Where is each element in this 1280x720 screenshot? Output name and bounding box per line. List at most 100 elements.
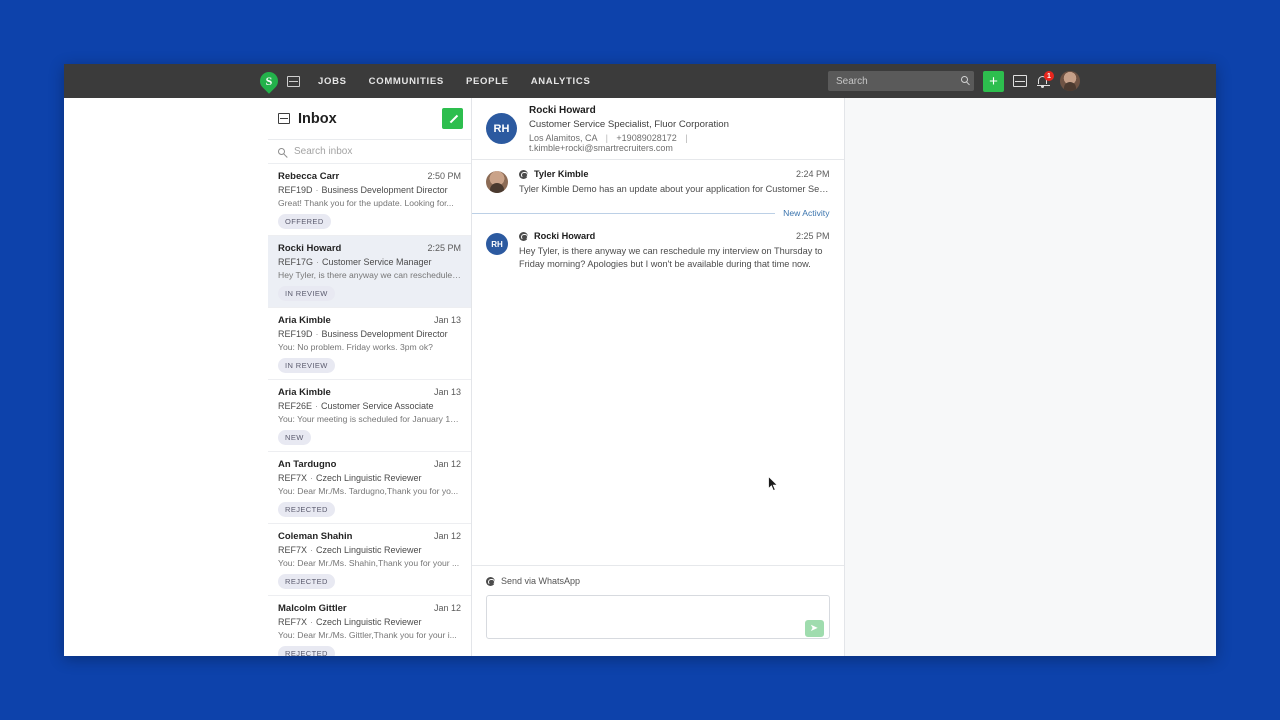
thread-top: Malcolm Gittler Jan 12 [278, 603, 461, 614]
thread-role: Customer Service Manager [322, 257, 432, 267]
contact-email[interactable]: t.kimble+rocki@smartrecruiters.com [529, 143, 673, 153]
status-badge: REJECTED [278, 574, 335, 589]
message-body: Rocki Howard 2:25 PM Hey Tyler, is there a… [519, 231, 830, 271]
logo-letter: S [265, 73, 273, 88]
thread-sender: Aria Kimble [278, 315, 331, 326]
thread-top: Aria Kimble Jan 13 [278, 315, 461, 326]
conversation-pane: RH Rocki Howard Customer Service Special… [472, 98, 845, 656]
list-item[interactable]: Aria Kimble Jan 13 REF19D · Business Develop… [268, 308, 471, 380]
thread-ref: REF7X [278, 617, 308, 627]
thread-snippet: You: Dear Mr./Ms. Tardugno,Thank you for… [278, 486, 459, 496]
thread-role: Business Development Director [321, 185, 448, 195]
thread-top: Rocki Howard 2:25 PM [278, 243, 461, 254]
thread-time: Jan 12 [433, 459, 461, 469]
thread-subtitle: REF19D · Business Development Director [278, 329, 461, 339]
thread-separator: · [315, 329, 319, 339]
compose-button[interactable] [442, 108, 463, 129]
smartrecruiters-logo-icon[interactable]: S [256, 68, 282, 94]
message-item: Tyler Kimble 2:24 PM Tyler Kimble Demo has… [472, 160, 844, 206]
inbox-search-input[interactable] [294, 146, 461, 157]
thread-snippet: You: Dear Mr./Ms. Shahin,Thank you for y… [278, 558, 460, 568]
nav-link-analytics[interactable]: ANALYTICS [531, 76, 591, 87]
thread-separator: · [316, 257, 320, 267]
message-time: 2:24 PM [795, 169, 830, 179]
thread-time: Jan 12 [433, 531, 461, 541]
thread-list[interactable]: Rebecca Carr 2:50 PM REF19D · Business Devel… [268, 164, 471, 656]
thread-subtitle: REF7X · Czech Linguistic Reviewer [278, 617, 461, 627]
global-search-input[interactable] [828, 71, 974, 91]
page-title: Inbox [298, 110, 337, 127]
nav-left-group: S JOBS COMMUNITIES PEOPLE ANALYTICS [64, 68, 612, 94]
list-item[interactable]: Coleman Shahin Jan 12 REF7X · Czech Linguist… [268, 524, 471, 596]
thread-separator: · [315, 185, 319, 195]
message-item: RH Rocki Howard 2:25 PM Hey Tyler, is there… [472, 222, 844, 281]
message-list: Tyler Kimble 2:24 PM Tyler Kimble Demo has… [472, 160, 844, 565]
thread-sender: Aria Kimble [278, 387, 331, 398]
message-avatar [486, 171, 508, 193]
list-item[interactable]: Malcolm Gittler Jan 12 REF7X · Czech Linguis… [268, 596, 471, 656]
send-button[interactable]: ➤ [804, 620, 824, 637]
thread-time: 2:50 PM [427, 171, 461, 181]
contact-meta: Los Alamitos, CA | +19089028172 | t.kimb… [529, 133, 830, 153]
message-header: Rocki Howard 2:25 PM [519, 231, 830, 241]
thread-snippet: You: No problem. Friday works. 3pm ok? [278, 342, 433, 352]
thread-role: Czech Linguistic Reviewer [316, 617, 422, 627]
thread-sender: An Tardugno [278, 459, 337, 470]
contact-location: Los Alamitos, CA [529, 132, 598, 143]
inbox-header: Inbox [268, 98, 471, 140]
whatsapp-icon [486, 576, 495, 586]
message-time: 2:25 PM [795, 231, 830, 242]
thread-role: Customer Service Associate [321, 401, 434, 411]
inbox-icon [278, 113, 290, 124]
thread-sender: Coleman Shahin [278, 531, 353, 542]
whatsapp-icon [519, 231, 528, 241]
divider-rule [472, 212, 776, 214]
thread-top: Aria Kimble Jan 13 [278, 387, 461, 398]
list-item[interactable]: Aria Kimble Jan 13 REF26E · Customer Service… [268, 380, 471, 452]
status-badge: IN REVIEW [278, 358, 335, 373]
nav-link-people[interactable]: PEOPLE [466, 76, 509, 87]
composer-channel-label: Send via WhatsApp [501, 576, 581, 586]
status-badge: IN REVIEW [278, 286, 335, 301]
bell-clapper-icon [1041, 86, 1044, 88]
inbox-tray-icon[interactable] [1013, 75, 1027, 87]
user-avatar[interactable] [1060, 71, 1080, 91]
notifications-bell-button[interactable]: 1 [1036, 71, 1054, 89]
contact-phone[interactable]: +19089028172 [616, 133, 676, 143]
thread-ref: REF19D [278, 185, 313, 195]
list-item[interactable]: An Tardugno Jan 12 REF7X · Czech Linguistic … [268, 452, 471, 524]
thread-time: Jan 13 [433, 315, 461, 325]
nav-link-jobs[interactable]: JOBS [318, 76, 347, 87]
status-badge: REJECTED [278, 646, 335, 656]
inbox-search-row [268, 140, 471, 164]
thread-sender: Malcolm Gittler [278, 603, 347, 614]
message-body: Tyler Kimble 2:24 PM Tyler Kimble Demo has… [519, 169, 830, 196]
thread-role: Business Development Director [321, 329, 448, 339]
list-item[interactable]: Rocki Howard 2:25 PM REF17G · Customer Servi… [268, 236, 471, 308]
thread-subtitle: REF7X · Czech Linguistic Reviewer [278, 473, 461, 483]
nav-inbox-icon[interactable] [287, 75, 300, 87]
nav-link-communities[interactable]: COMMUNITIES [369, 76, 444, 87]
thread-separator: · [310, 473, 314, 483]
composer-box: ➤ [486, 595, 830, 644]
thread-snippet: You: Dear Mr./Ms. Gittler,Thank you for … [278, 630, 457, 640]
thread-subtitle: REF26E · Customer Service Associate [278, 401, 461, 411]
list-item[interactable]: Rebecca Carr 2:50 PM REF19D · Business Devel… [268, 164, 471, 236]
thread-snippet: Hey Tyler, is there anyway we can resche… [278, 270, 461, 280]
thread-separator: · [310, 545, 314, 555]
create-button[interactable]: + [983, 70, 1004, 92]
thread-ref: REF26E [278, 401, 313, 411]
conversation-header: RH Rocki Howard Customer Service Special… [472, 98, 844, 160]
top-navigation-bar: S JOBS COMMUNITIES PEOPLE ANALYTICS + 1 [64, 64, 1216, 98]
thread-ref: REF7X [278, 545, 308, 555]
thread-sender: Rebecca Carr [278, 171, 340, 182]
global-search-wrapper [828, 71, 974, 91]
thread-ref: REF19D [278, 329, 313, 339]
message-text: Tyler Kimble Demo has an update about yo… [519, 184, 830, 194]
thread-separator: · [310, 617, 314, 627]
contact-name: Rocki Howard [529, 104, 596, 116]
status-badge: OFFERED [278, 214, 331, 229]
thread-subtitle: REF17G · Customer Service Manager [278, 257, 461, 267]
message-input[interactable] [486, 595, 830, 639]
right-filler-panel [844, 98, 1216, 656]
